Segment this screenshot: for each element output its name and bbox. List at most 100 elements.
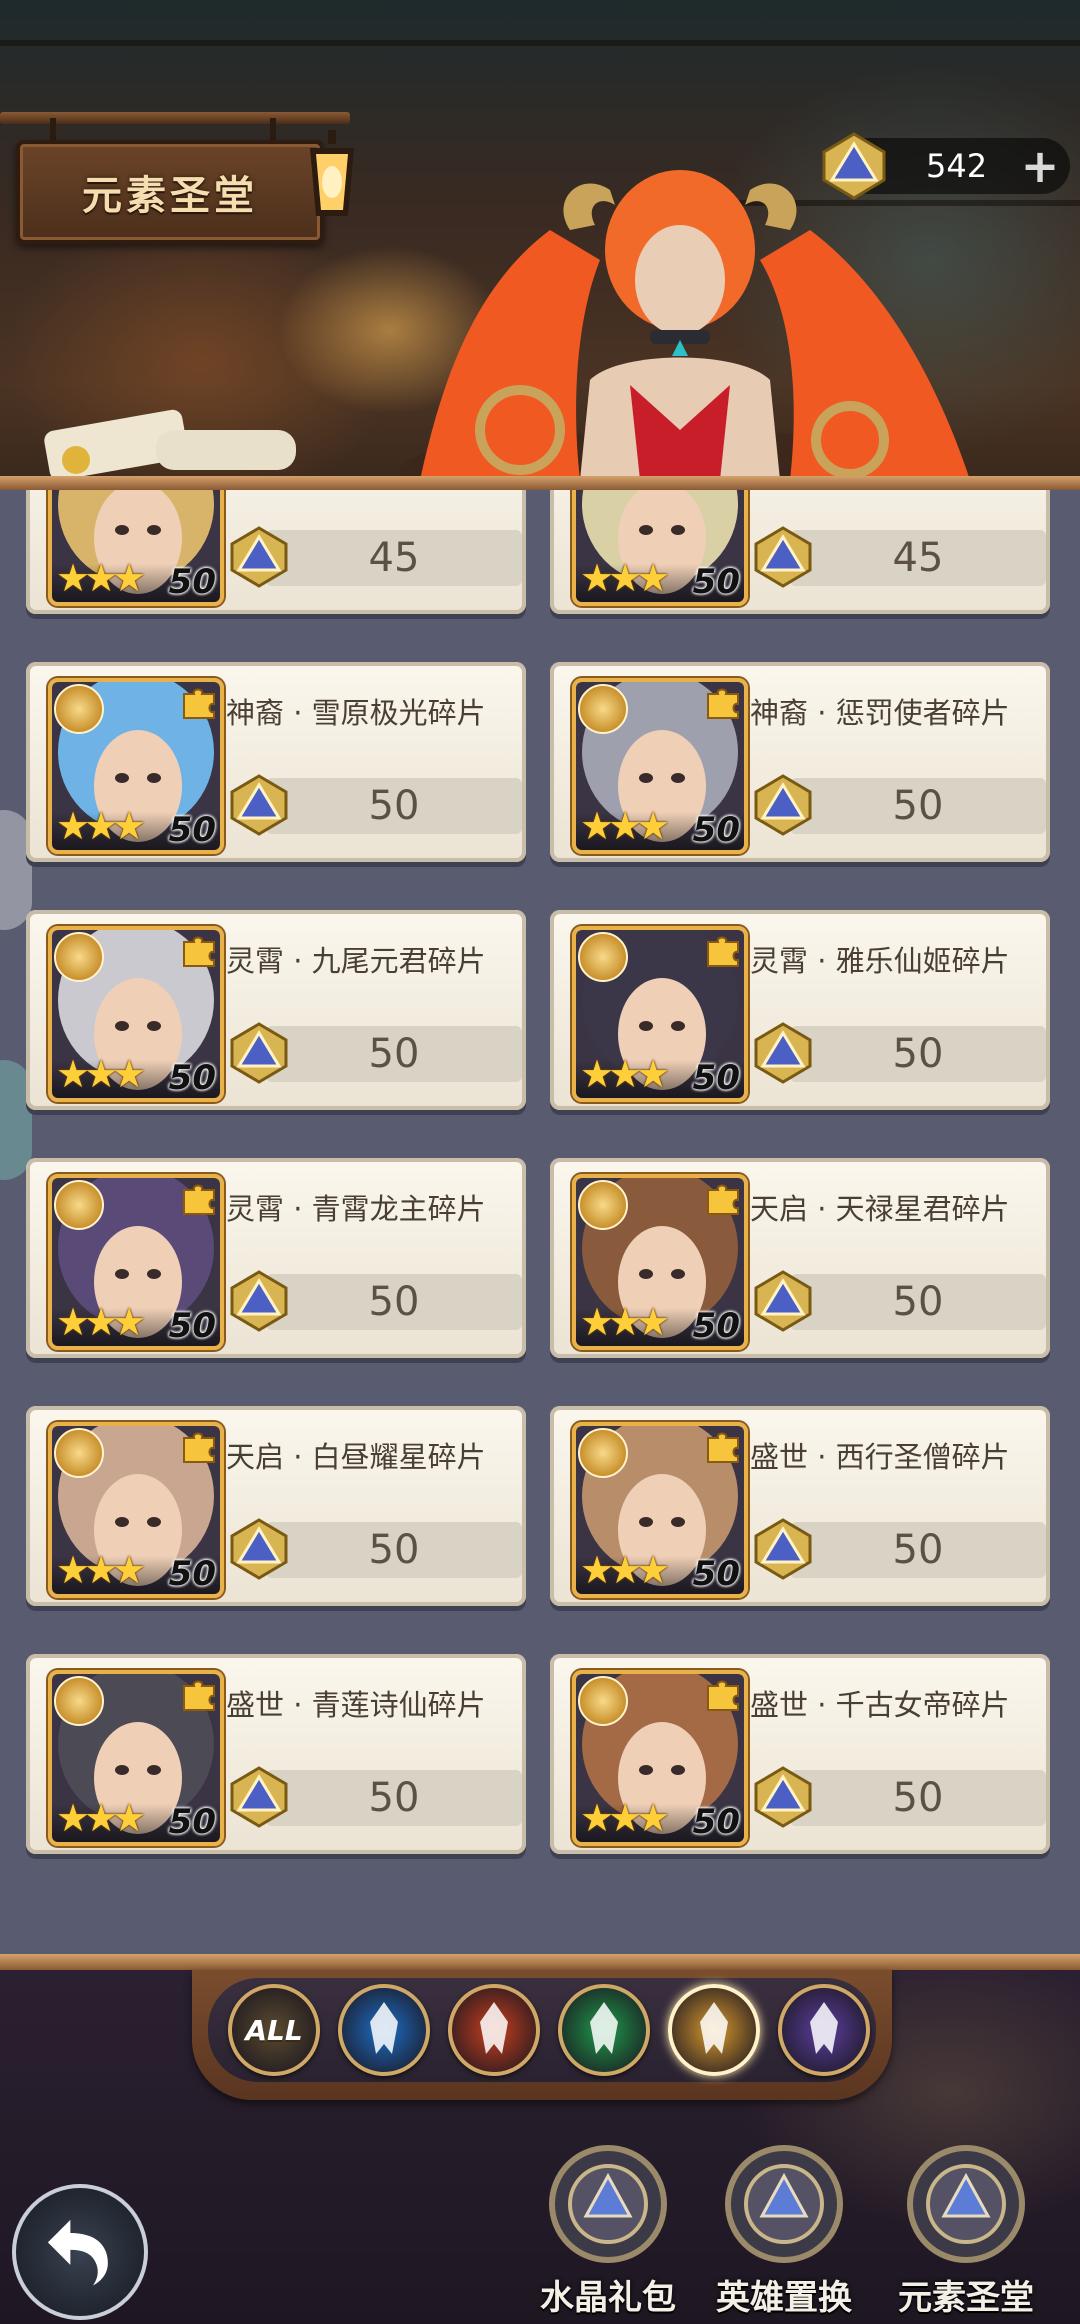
price-bar[interactable]: 50 [790, 1274, 1046, 1330]
shelf-decoration [0, 40, 1080, 46]
header-divider [0, 476, 1080, 490]
shop-item-card[interactable]: ★★★ 50 灵霄 · 九尾元君碎片 50 [26, 910, 526, 1110]
fragment-puzzle-icon [707, 1184, 739, 1215]
hero-swap-icon [725, 2145, 843, 2263]
shop-item-card[interactable]: ★★★ 50 灵霄 · 雅乐仙姬碎片 50 [550, 910, 1050, 1110]
shop-item-card[interactable]: ★★★ 50 盛世 · 西行圣僧碎片 50 [550, 1406, 1050, 1606]
hero-portrait: ★★★ 50 [48, 1422, 224, 1598]
filter-water-button[interactable] [338, 1984, 430, 2076]
currency-amount: 542 [926, 147, 988, 185]
item-name: 灵霄 · 雅乐仙姬碎片 [750, 944, 1010, 978]
fragment-puzzle-icon [707, 1680, 739, 1711]
shop-item-card[interactable]: ★★★ 50 天启 · 天禄星君碎片 50 [550, 1158, 1050, 1358]
add-currency-button[interactable]: + [1018, 143, 1062, 189]
fragment-puzzle-icon [707, 688, 739, 719]
shop-item-card[interactable]: ★★★ 50 盛世 · 千古女帝碎片 50 [550, 1654, 1050, 1854]
nav-label: 英雄置换 [716, 2278, 852, 2318]
fragment-puzzle-icon [183, 688, 215, 719]
hero-portrait: ★★★ 50 [572, 1174, 748, 1350]
item-price: 50 [368, 1527, 420, 1573]
item-name: 灵霄 · 青霄龙主碎片 [226, 1192, 486, 1226]
shop-item-card[interactable]: ★★★ 50 灵霄 · 青霄龙主碎片 50 [26, 1158, 526, 1358]
shop-item-card[interactable]: ★★★ 50 神裔 · 惩罚使者碎片 50 [550, 662, 1050, 862]
hero-portrait: ★★★ 50 [572, 490, 748, 606]
hero-portrait: ★★★ 50 [572, 678, 748, 854]
crystal-icon [230, 1270, 288, 1332]
hero-level: 50 [168, 562, 216, 602]
page-title: 元素圣堂 [82, 173, 258, 219]
fragment-puzzle-icon [183, 1184, 215, 1215]
crystal-icon [754, 1270, 812, 1332]
list-bottom-divider [0, 1954, 1080, 1970]
star-rating: ★★★ [580, 1052, 670, 1096]
filter-wind-button[interactable] [558, 1984, 650, 2076]
price-bar[interactable]: 50 [790, 1770, 1046, 1826]
price-bar[interactable]: 50 [266, 1770, 522, 1826]
shop-item-card[interactable]: ★★★50双面娇虎碎片45 [26, 490, 526, 614]
hero-level: 50 [692, 562, 740, 602]
price-bar[interactable]: 50 [790, 778, 1046, 834]
nav-button-element-hall[interactable]: 元素圣堂 [886, 2140, 1046, 2324]
filter-label [342, 1988, 426, 2072]
price-bar[interactable]: 50 [266, 1026, 522, 1082]
filter-dark-button[interactable] [778, 1984, 870, 2076]
price-bar[interactable]: 45 [266, 530, 522, 586]
hero-level: 50 [692, 1306, 740, 1346]
nav-button-hero-swap[interactable]: 英雄置换 [704, 2140, 864, 2324]
rarity-badge-icon [54, 1428, 104, 1478]
hero-portrait: ★★★ 50 [572, 1670, 748, 1846]
star-rating: ★★★ [56, 1548, 146, 1592]
item-name: 盛世 · 千古女帝碎片 [750, 1688, 1010, 1722]
nav-label: 元素圣堂 [898, 2278, 1034, 2318]
hero-level: 50 [692, 810, 740, 850]
filter-label [672, 1988, 756, 2072]
shop-item-card[interactable]: ★★★50神裔 · 纯白圣女碎片45 [550, 490, 1050, 614]
item-name: 灵霄 · 九尾元君碎片 [226, 944, 486, 978]
rarity-badge-icon [54, 1180, 104, 1230]
signboard: 元素圣堂 [16, 140, 324, 244]
shop-item-card[interactable]: ★★★ 50 天启 · 白昼耀星碎片 50 [26, 1406, 526, 1606]
item-price: 50 [892, 1279, 944, 1325]
hero-level: 50 [168, 1058, 216, 1098]
item-price: 50 [892, 1031, 944, 1077]
star-rating: ★★★ [56, 1300, 146, 1344]
star-rating: ★★★ [56, 1052, 146, 1096]
item-price: 50 [892, 783, 944, 829]
price-bar[interactable]: 50 [790, 1522, 1046, 1578]
item-name: 神裔 · 雪原极光碎片 [226, 696, 486, 730]
scroll-decoration [44, 409, 296, 480]
shop-item-list[interactable]: ★★★50双面娇虎碎片45★★★50神裔 · 纯白圣女碎片45★★★50神裔 ·… [0, 490, 1080, 1960]
item-name: 神裔 · 惩罚使者碎片 [750, 696, 1010, 730]
back-button[interactable] [12, 2184, 148, 2320]
price-bar[interactable]: 45 [790, 530, 1046, 586]
price-bar[interactable]: 50 [266, 778, 522, 834]
rarity-badge-icon [54, 684, 104, 734]
nav-button-crystal-gift[interactable]: 水晶礼包 [528, 2140, 688, 2324]
filter-fire-button[interactable] [448, 1984, 540, 2076]
hero-portrait: ★★★ 50 [572, 926, 748, 1102]
crystal-icon [754, 774, 812, 836]
shop-item-card[interactable]: ★★★ 50 盛世 · 青莲诗仙碎片 50 [26, 1654, 526, 1854]
hero-level: 50 [692, 1058, 740, 1098]
price-bar[interactable]: 50 [790, 1026, 1046, 1082]
price-bar[interactable]: 50 [266, 1522, 522, 1578]
hero-portrait: ★★★ 50 [48, 490, 224, 606]
crystal-icon [754, 1022, 812, 1084]
rarity-badge-icon [54, 1676, 104, 1726]
star-rating: ★★★ [580, 804, 670, 848]
item-price: 50 [368, 783, 420, 829]
star-rating: ★★★ [580, 1796, 670, 1840]
price-bar[interactable]: 50 [266, 1274, 522, 1330]
filter-light-button[interactable] [668, 1984, 760, 2076]
fragment-puzzle-icon [183, 936, 215, 967]
hero-illustration [400, 170, 970, 480]
filter-all-button[interactable]: ALL [228, 1984, 320, 2076]
crystal-icon [230, 1022, 288, 1084]
hero-portrait: ★★★ 50 [48, 678, 224, 854]
crystal-icon [754, 526, 812, 588]
filter-label [452, 1988, 536, 2072]
hero-portrait: ★★★ 50 [48, 1174, 224, 1350]
rarity-badge-icon [578, 684, 628, 734]
shop-item-card[interactable]: ★★★ 50 神裔 · 雪原极光碎片 50 [26, 662, 526, 862]
rarity-badge-icon [578, 932, 628, 982]
